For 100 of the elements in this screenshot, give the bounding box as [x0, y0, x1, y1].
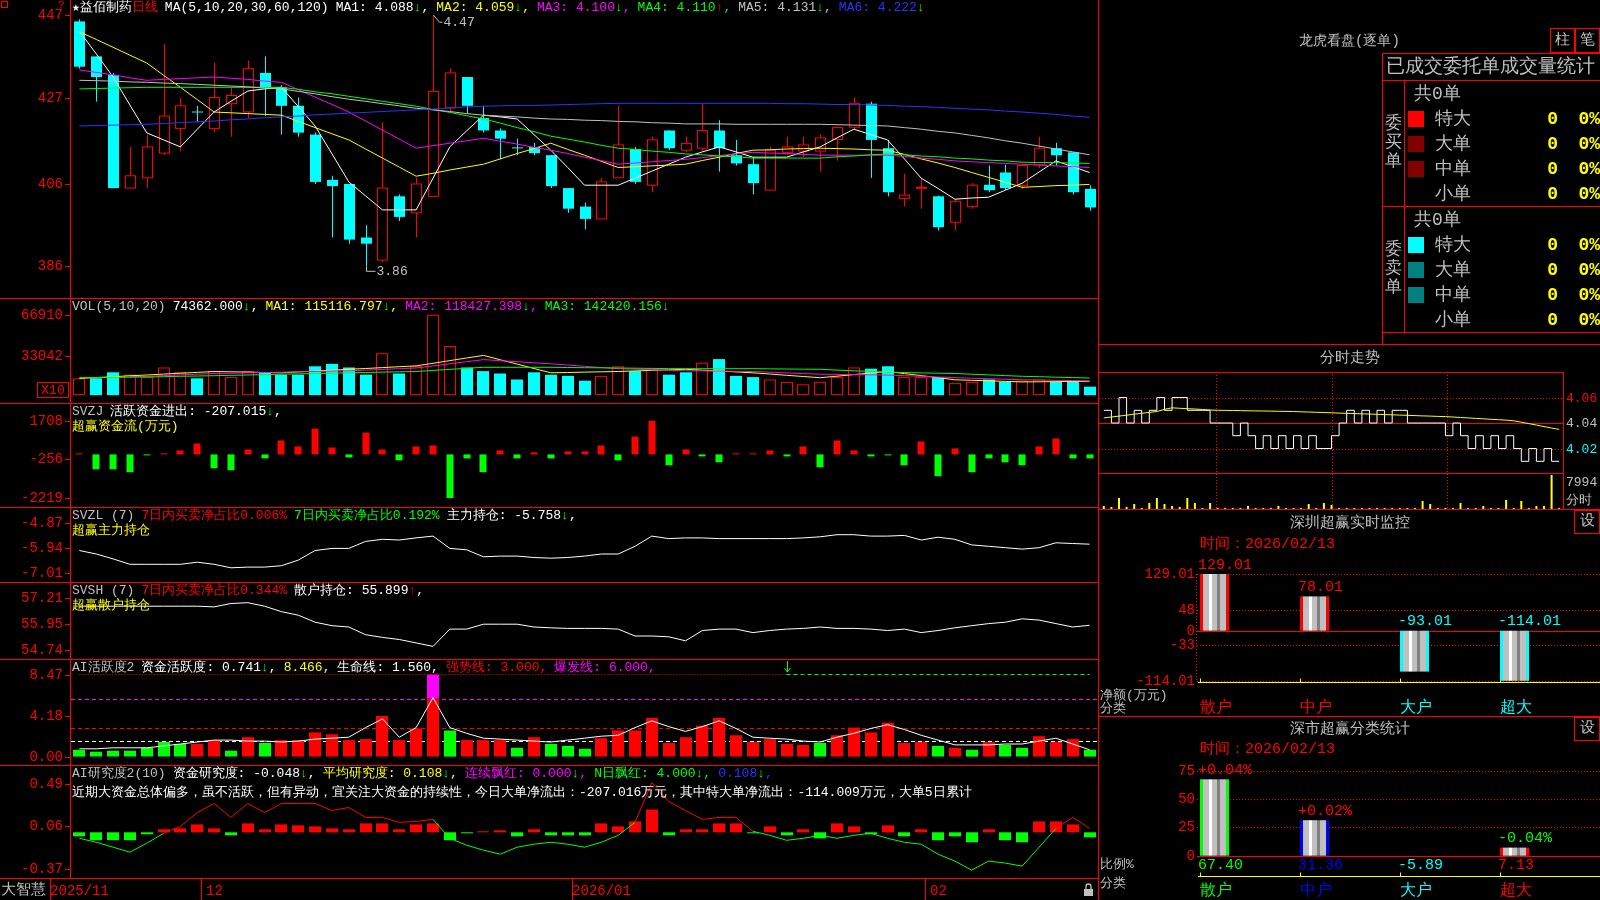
settings-button[interactable]: 设	[1574, 510, 1600, 534]
candlestick	[984, 165, 995, 193]
multiplier-label: X10	[37, 382, 69, 398]
axis-label: 4.04	[1566, 416, 1598, 431]
research-bar	[696, 829, 708, 833]
order-share: 0%	[1577, 309, 1600, 330]
research-bar	[309, 826, 321, 833]
candlestick	[815, 134, 826, 173]
flow-bar	[682, 449, 690, 455]
indicator-value: 8.466,	[283, 660, 331, 675]
indicator-value: 0.108↓,	[718, 766, 773, 781]
axis-label: 0.49	[29, 775, 63, 792]
candlestick	[478, 105, 489, 133]
value-bar	[1300, 596, 1329, 631]
candlestick	[883, 139, 894, 197]
volume-max-label: 7994	[1566, 474, 1598, 490]
flow-bar	[951, 448, 959, 455]
candlestick	[175, 97, 186, 152]
candlestick	[495, 127, 506, 160]
research-bar	[814, 832, 826, 839]
flow-bar	[463, 454, 471, 459]
date-label: 12	[206, 883, 223, 899]
indicator-value: 连续飘红: 0.000↓,	[464, 766, 588, 781]
lock-icon	[1084, 883, 1093, 896]
research-bar	[949, 832, 961, 837]
candlestick	[192, 105, 203, 123]
flow-bar	[799, 446, 807, 455]
toggle-button[interactable]: 柱	[1550, 28, 1575, 53]
value-label: 31.36	[1298, 856, 1343, 874]
toggle-button[interactable]: 笔	[1575, 28, 1600, 53]
volume-bar	[764, 379, 776, 396]
activity-bar	[562, 745, 574, 757]
group-label: 委买单	[1385, 115, 1402, 172]
activity-bar	[191, 744, 203, 757]
flow-bar	[176, 450, 184, 455]
flow-bar	[665, 454, 673, 466]
flow-bar	[581, 451, 589, 455]
candlestick	[411, 177, 422, 238]
candlestick	[529, 142, 540, 156]
axis-label: 4.06	[1566, 391, 1598, 406]
candlestick	[967, 182, 978, 210]
axis-label: -5.94	[21, 540, 63, 557]
order-count: 0	[1547, 158, 1558, 179]
indicator-value: MA1: 4.088↓,	[335, 0, 430, 15]
indicator-value: MA1: 115116.797↓,	[265, 299, 399, 314]
candlestick	[950, 198, 961, 231]
candlestick	[546, 154, 557, 189]
axis-label: 75	[1178, 762, 1195, 779]
category-label: 大户	[1400, 882, 1432, 900]
volume-bar	[680, 372, 692, 396]
indicator-subtitle: 超赢主力持仓	[72, 523, 150, 538]
indicator-name: SVZL (7)	[72, 508, 135, 523]
research-bar	[730, 823, 742, 833]
flow-bar	[429, 445, 437, 455]
change-label: -0.04%	[1498, 830, 1552, 848]
candlestick	[361, 224, 372, 267]
volume-bar	[1084, 386, 1096, 396]
value-bar	[1400, 630, 1429, 672]
candlestick	[276, 84, 287, 136]
research-bar	[393, 829, 405, 833]
volume-bar	[309, 366, 321, 396]
indicator-value: 散户持仓: 55.899↑,	[294, 583, 425, 598]
activity-bar	[781, 744, 793, 757]
research-bar	[494, 830, 506, 833]
indicator-value: 强势线: 3.000,	[445, 660, 548, 675]
value-label: 129.01	[1198, 556, 1252, 574]
value-label: 78.01	[1298, 578, 1343, 596]
axis-label: 406	[37, 176, 63, 192]
price-annotation: 4.47	[433, 14, 475, 30]
volume-bar	[158, 367, 170, 396]
research-bar	[73, 832, 85, 837]
axis-title: 分类	[1100, 700, 1126, 716]
research-bar	[595, 823, 607, 833]
activity-bar	[259, 743, 271, 757]
candlestick	[1034, 136, 1045, 169]
activity-bar	[242, 737, 254, 757]
activity-bar	[326, 734, 338, 757]
candlestick	[596, 177, 607, 220]
flow-bar	[985, 454, 993, 459]
research-bar	[966, 832, 978, 843]
candlestick	[260, 55, 271, 117]
research-bar	[545, 832, 557, 836]
order-count: 0	[1547, 309, 1558, 330]
activity-bar	[680, 737, 692, 757]
activity-bar	[309, 732, 321, 757]
settings-button[interactable]: 设	[1574, 717, 1600, 741]
axis-label: -0.37	[21, 861, 63, 878]
axis-label: 57.21	[21, 589, 63, 606]
change-label: +0.02%	[1298, 802, 1352, 820]
axis-label: 4.02	[1566, 442, 1598, 457]
research-bar	[360, 823, 372, 833]
axis-label: -4.87	[21, 515, 63, 532]
indicator-name: AI活跃度2	[72, 660, 135, 675]
axis-label: 54.74	[21, 641, 63, 658]
research-bar	[141, 832, 153, 835]
indicator-value: 资金研究度: -0.048↓,	[172, 766, 316, 781]
research-bar	[831, 823, 843, 833]
activity-bar	[1016, 747, 1028, 757]
flow-bar	[1052, 438, 1060, 455]
flow-bar	[109, 454, 117, 470]
